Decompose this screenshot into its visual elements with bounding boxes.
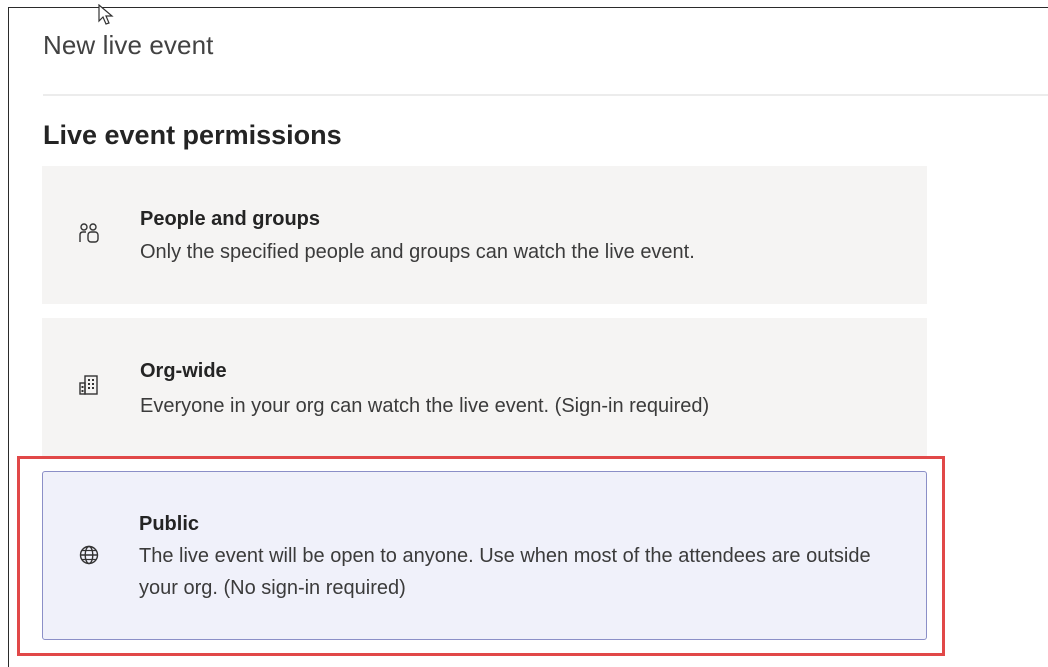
option-title: Public [139, 513, 200, 535]
permission-option-public[interactable]: Public The live event will be open to an… [42, 471, 927, 640]
option-description: The live event will be open to anyone. U… [139, 545, 871, 599]
option-description: Everyone in your org can watch the live … [140, 395, 710, 417]
mouse-cursor-icon [98, 4, 114, 25]
globe-icon [79, 545, 99, 565]
option-title: Org-wide [140, 360, 227, 382]
permission-option-org-wide[interactable]: Org-wide Everyone in your org can watch … [42, 318, 927, 456]
header-divider [43, 94, 1048, 96]
building-icon [79, 375, 98, 395]
option-description: Only the specified people and groups can… [140, 241, 695, 263]
option-title: People and groups [140, 208, 321, 230]
section-title: Live event permissions [43, 120, 342, 150]
permission-option-people-and-groups[interactable]: People and groups Only the specified peo… [42, 166, 927, 304]
dialog-title: New live event [43, 30, 214, 60]
people-icon [79, 223, 99, 243]
